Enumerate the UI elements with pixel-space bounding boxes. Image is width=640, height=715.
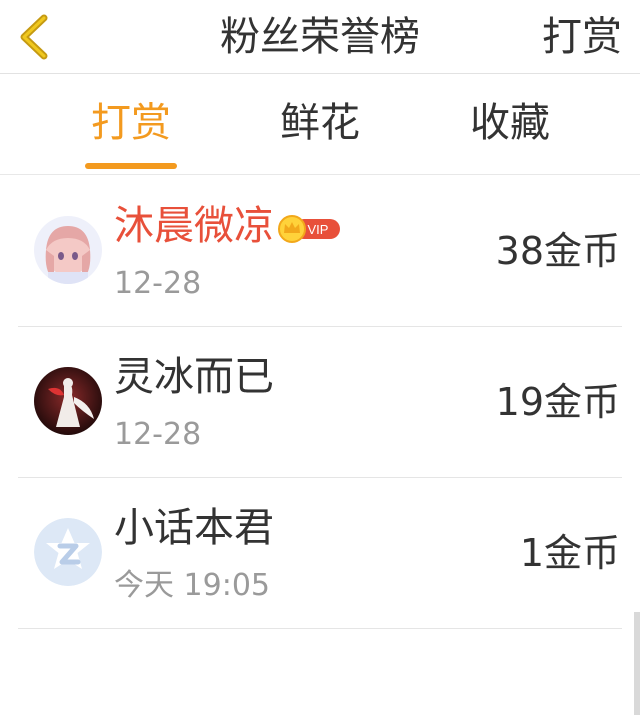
avatar bbox=[34, 518, 102, 586]
page-title: 粉丝荣誉榜 bbox=[220, 14, 420, 60]
list-item[interactable]: 灵冰而已 12-28 19金币 bbox=[18, 327, 622, 478]
active-tab-indicator bbox=[85, 163, 177, 169]
vip-label: VIP bbox=[308, 222, 329, 237]
fan-list: 沐晨微凉 VIP 12-28 38金币 灵冰而已 12-28 19金币 小话本君… bbox=[0, 176, 640, 629]
fan-name: 沐晨微凉 VIP bbox=[114, 200, 342, 252]
fan-name: 灵冰而已 bbox=[114, 354, 274, 400]
tab-reward[interactable]: 打赏 bbox=[36, 97, 226, 149]
top-bar: 粉丝荣誉榜 打赏 bbox=[0, 0, 640, 74]
list-item[interactable]: 沐晨微凉 VIP 12-28 38金币 bbox=[18, 176, 622, 327]
tab-favorites[interactable]: 收藏 bbox=[415, 97, 605, 149]
avatar bbox=[34, 367, 102, 435]
fan-name: 小话本君 bbox=[114, 505, 274, 551]
reward-amount: 38金币 bbox=[495, 229, 620, 273]
vip-badge: VIP bbox=[278, 205, 342, 243]
tab-bar: 打赏 鲜花 收藏 bbox=[0, 75, 640, 175]
avatar bbox=[34, 216, 102, 284]
default-avatar-icon bbox=[34, 518, 102, 586]
tab-flowers[interactable]: 鲜花 bbox=[225, 97, 415, 149]
reward-amount: 19金币 bbox=[495, 380, 620, 424]
list-item[interactable]: 小话本君 今天 19:05 1金币 bbox=[18, 478, 622, 629]
reward-button[interactable]: 打赏 bbox=[542, 12, 622, 62]
back-button[interactable] bbox=[8, 10, 60, 64]
reward-time: 12-28 bbox=[114, 266, 202, 301]
chevron-left-icon bbox=[20, 14, 48, 60]
reward-time: 12-28 bbox=[114, 417, 202, 452]
scroll-indicator bbox=[634, 612, 640, 715]
reward-amount: 1金币 bbox=[519, 531, 620, 575]
reward-time: 今天 19:05 bbox=[114, 568, 270, 603]
